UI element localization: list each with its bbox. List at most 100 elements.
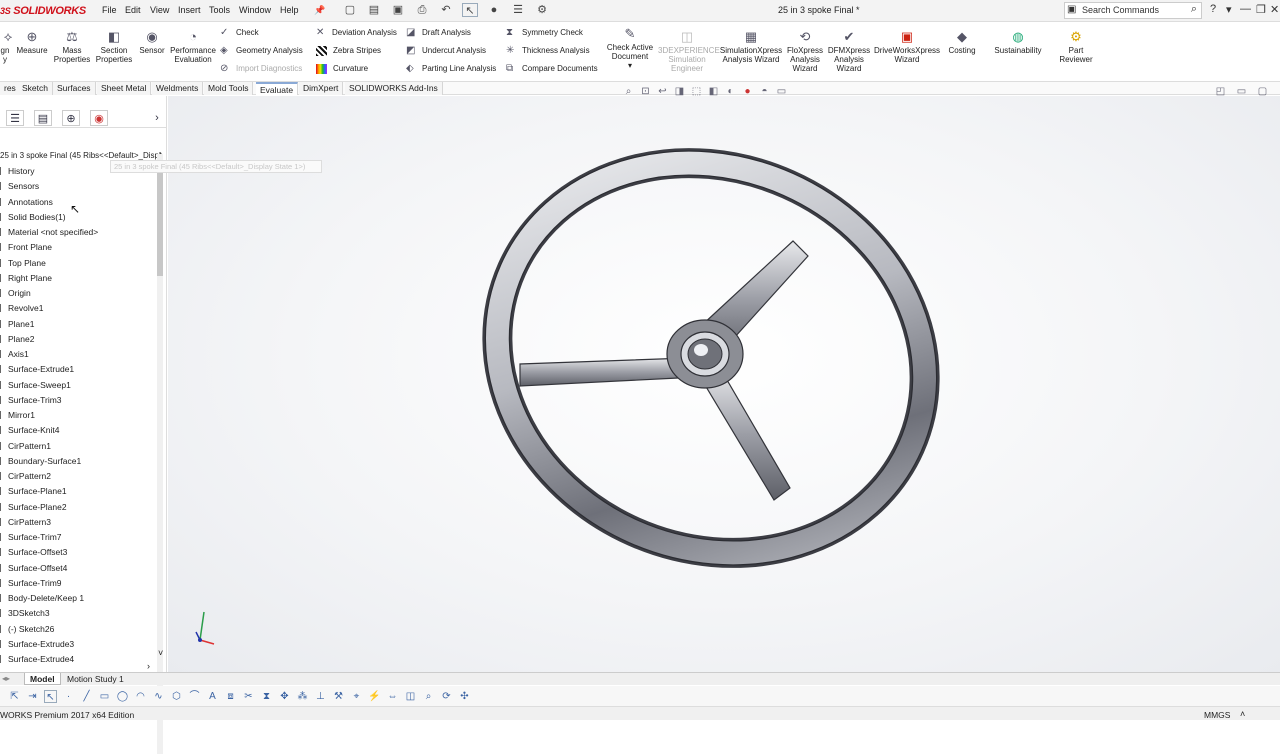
tree-item[interactable]: Surface-Knit4 bbox=[0, 425, 60, 435]
appearance-tab-icon[interactable]: ◉ bbox=[90, 110, 108, 126]
sketch-tools-icon[interactable]: ⇱ bbox=[8, 690, 21, 703]
tree-item[interactable]: Surface-Extrude4 bbox=[0, 654, 74, 664]
select-icon[interactable]: ↖ bbox=[462, 3, 478, 17]
tree-item[interactable]: Sensors bbox=[0, 181, 39, 191]
solidworks-logo[interactable]: 3S SOLIDWORKS bbox=[0, 5, 86, 17]
tree-item[interactable]: Solid Bodies(1) bbox=[0, 212, 66, 222]
curvature-button[interactable]: Curvature bbox=[316, 64, 368, 74]
options-icon[interactable]: ⚙ bbox=[534, 3, 550, 17]
costing-button[interactable]: ◆ Costing bbox=[943, 30, 981, 56]
fillet-icon[interactable]: ⌒ bbox=[188, 690, 201, 703]
rapid-sketch-icon[interactable]: ⚡ bbox=[368, 690, 381, 703]
menu-edit[interactable]: Edit bbox=[125, 5, 141, 15]
restore-icon[interactable]: ❐ bbox=[1256, 3, 1266, 16]
units-selector[interactable]: MMGS bbox=[1204, 710, 1230, 720]
chevron-up-icon[interactable]: ˄ bbox=[1240, 709, 1245, 719]
check-button[interactable]: ✓ Check bbox=[220, 28, 259, 38]
mass-properties-button[interactable]: ⚖ Mass Properties bbox=[52, 30, 92, 65]
deviation-analysis-button[interactable]: ✕ Deviation Analysis bbox=[316, 28, 397, 38]
zebra-stripes-button[interactable]: Zebra Stripes bbox=[316, 46, 381, 56]
chevron-down-icon[interactable]: ˅ bbox=[158, 648, 163, 658]
circle-icon[interactable]: ◯ bbox=[116, 690, 129, 703]
point-icon[interactable]: · bbox=[62, 690, 75, 703]
menu-file[interactable]: File bbox=[102, 5, 117, 15]
tree-item[interactable]: Surface-Offset4 bbox=[0, 563, 67, 573]
draft-analysis-button[interactable]: ◪ Draft Analysis bbox=[406, 28, 471, 38]
offset-icon[interactable]: ⧈ bbox=[224, 690, 237, 703]
quick-snaps-icon[interactable]: ⌖ bbox=[350, 690, 363, 703]
undo-icon[interactable]: ↶ bbox=[438, 3, 454, 17]
instant2d-icon[interactable]: ⇔ bbox=[386, 690, 399, 703]
pattern-icon[interactable]: ⁂ bbox=[296, 690, 309, 703]
section-properties-button[interactable]: ◧ Section Properties bbox=[94, 30, 134, 65]
tree-item[interactable]: CirPattern3 bbox=[0, 517, 51, 527]
tree-item[interactable]: Surface-Extrude1 bbox=[0, 364, 74, 374]
tab-mold-tools[interactable]: Mold Tools bbox=[204, 82, 254, 95]
thickness-analysis-button[interactable]: ✳ Thickness Analysis bbox=[506, 46, 590, 56]
tree-item[interactable]: History bbox=[0, 166, 34, 176]
tab-surfaces[interactable]: Surfaces bbox=[53, 82, 96, 95]
sustainability-button[interactable]: ◍ Sustainability bbox=[990, 30, 1046, 56]
parting-line-analysis-button[interactable]: ⬖ Parting Line Analysis bbox=[406, 64, 496, 74]
zoom-icon[interactable]: ⌕ bbox=[422, 690, 435, 703]
search-scope-icon[interactable]: ▣ bbox=[1067, 4, 1076, 15]
sensor-button[interactable]: ◉ Sensor bbox=[136, 30, 168, 56]
tree-item[interactable]: Surface-Extrude3 bbox=[0, 639, 74, 649]
spline-icon[interactable]: ∿ bbox=[152, 690, 165, 703]
tree-item[interactable]: Axis1 bbox=[0, 349, 29, 359]
feature-tree-tab-icon[interactable]: ☰ bbox=[6, 110, 24, 126]
search-icon[interactable]: ⌕ bbox=[1191, 3, 1197, 16]
driveworksxpress-button[interactable]: ▣ DriveWorksXpress Wizard bbox=[873, 30, 941, 65]
mirror-icon[interactable]: ⧗ bbox=[260, 690, 273, 703]
help-icon[interactable]: ? bbox=[1210, 3, 1216, 15]
tree-scrollbar[interactable] bbox=[157, 154, 163, 754]
line-icon[interactable]: ╱ bbox=[80, 690, 93, 703]
tree-item[interactable]: (-) Sketch26 bbox=[0, 624, 54, 634]
dfmxpress-button[interactable]: ✔ DFMXpress Analysis Wizard bbox=[827, 30, 871, 74]
rectangle-icon[interactable]: ▭ bbox=[98, 690, 111, 703]
new-document-icon[interactable]: ▢ bbox=[342, 3, 358, 17]
close-icon[interactable]: ✕ bbox=[1270, 3, 1279, 16]
tab-dimxpert[interactable]: DimXpert bbox=[299, 82, 344, 95]
tree-item[interactable]: Plane2 bbox=[0, 334, 34, 344]
performance-evaluation-button[interactable]: ◔ Performance Evaluation bbox=[168, 30, 218, 65]
tree-item[interactable]: Surface-Trim3 bbox=[0, 395, 62, 405]
pan-icon[interactable]: ✣ bbox=[458, 690, 471, 703]
tab-scroll-icon[interactable]: ◂▸ bbox=[2, 674, 10, 683]
tree-item[interactable]: CirPattern2 bbox=[0, 471, 51, 481]
relations-icon[interactable]: ⊥ bbox=[314, 690, 327, 703]
tab-sketch[interactable]: Sketch bbox=[18, 82, 53, 95]
move-icon[interactable]: ✥ bbox=[278, 690, 291, 703]
graphics-area[interactable] bbox=[168, 96, 1280, 672]
tree-item[interactable]: Plane1 bbox=[0, 319, 34, 329]
print-icon[interactable]: ⎙ bbox=[414, 3, 430, 17]
trim-icon[interactable]: ✂ bbox=[242, 690, 255, 703]
tree-item[interactable]: Body-Delete/Keep 1 bbox=[0, 593, 84, 603]
chevron-down-icon[interactable]: ▾ bbox=[628, 61, 632, 70]
symmetry-check-button[interactable]: ⧗ Symmetry Check bbox=[506, 28, 583, 38]
save-icon[interactable]: ▣ bbox=[390, 3, 406, 17]
tree-item[interactable]: Surface-Sweep1 bbox=[0, 380, 71, 390]
file-properties-icon[interactable]: ☰ bbox=[510, 3, 526, 17]
tab-model[interactable]: Model bbox=[24, 673, 61, 685]
shaded-sketch-icon[interactable]: ◫ bbox=[404, 690, 417, 703]
floxpress-button[interactable]: ⟲ FloXpress Analysis Wizard bbox=[785, 30, 825, 74]
arc-icon[interactable]: ◠ bbox=[134, 690, 147, 703]
smart-dimension-icon[interactable]: ⇥ bbox=[26, 690, 39, 703]
tree-item[interactable]: Surface-Trim9 bbox=[0, 578, 62, 588]
tree-item[interactable]: Mirror1 bbox=[0, 410, 35, 420]
check-active-document-button[interactable]: ✎ Check Active Document ▾ bbox=[604, 27, 656, 71]
menu-view[interactable]: View bbox=[150, 5, 169, 15]
tree-item[interactable]: Surface-Plane1 bbox=[0, 486, 67, 496]
select-icon[interactable]: ↖ bbox=[44, 689, 57, 703]
tree-item[interactable]: Origin bbox=[0, 288, 31, 298]
tab-evaluate[interactable]: Evaluate bbox=[256, 82, 299, 95]
chevron-right-icon[interactable]: › bbox=[148, 110, 166, 126]
tree-item[interactable]: Surface-Trim7 bbox=[0, 532, 62, 542]
tree-item[interactable]: Annotations bbox=[0, 197, 53, 207]
search-commands-field[interactable]: ▣ Search Commands ⌕ bbox=[1064, 2, 1202, 19]
tree-item[interactable]: Material <not specified> bbox=[0, 227, 98, 237]
scrollbar-thumb[interactable] bbox=[157, 166, 163, 276]
open-icon[interactable]: ▤ bbox=[366, 3, 382, 17]
menu-help[interactable]: Help bbox=[280, 5, 299, 15]
